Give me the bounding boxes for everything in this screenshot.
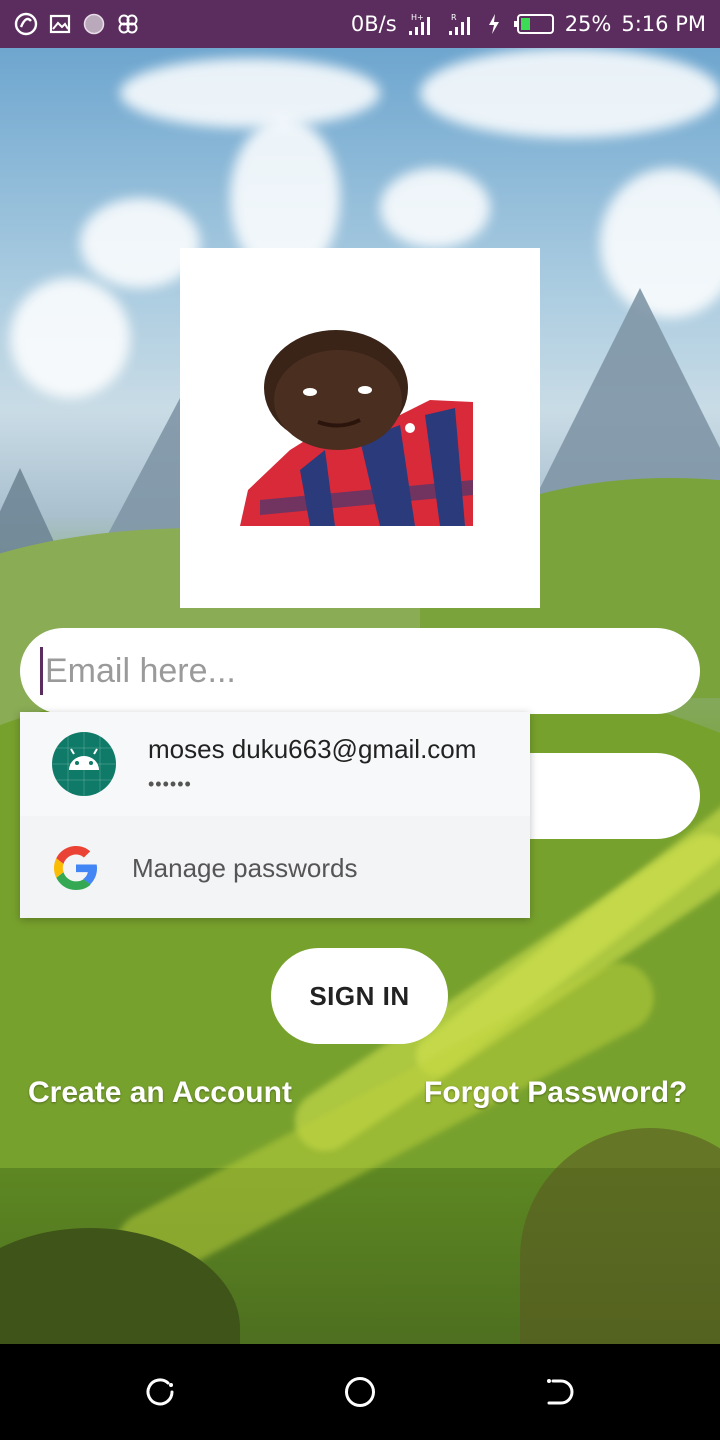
email-field[interactable]: Email here... <box>20 628 700 714</box>
google-icon <box>54 846 97 890</box>
forgot-password-link[interactable]: Forgot Password? <box>424 1076 687 1110</box>
navigation-bar <box>0 1344 720 1440</box>
pinwheel-icon <box>116 12 140 36</box>
android-icon <box>52 732 116 796</box>
home-icon[interactable] <box>342 1374 378 1410</box>
back-icon[interactable] <box>541 1374 577 1410</box>
net-speed: 0B/s <box>350 12 397 36</box>
signal-icon: H+ <box>407 11 437 37</box>
profile-photo-card[interactable] <box>180 248 540 608</box>
manage-passwords-label: Manage passwords <box>132 853 358 883</box>
saved-account-suggestion[interactable]: moses duku663@gmail.com •••••• <box>20 712 530 816</box>
email-placeholder: Email here... <box>45 651 236 690</box>
sign-in-button[interactable]: SIGN IN <box>271 948 448 1044</box>
autofill-suggestions: moses duku663@gmail.com •••••• Manage pa… <box>20 712 530 918</box>
clock: 5:16 PM <box>621 12 706 36</box>
recent-apps-icon[interactable] <box>142 1374 178 1410</box>
app-icon <box>14 12 38 36</box>
suggested-password-mask: •••••• <box>148 774 192 794</box>
battery-icon <box>511 13 555 35</box>
create-account-link[interactable]: Create an Account <box>28 1076 292 1110</box>
svg-text:R: R <box>451 13 457 22</box>
battery-percent: 25% <box>564 12 612 36</box>
manage-passwords-item[interactable]: Manage passwords <box>20 816 530 918</box>
status-bar: 0B/s H+ R 25% 5:16 PM <box>0 0 720 48</box>
circle-icon <box>82 12 106 36</box>
text-cursor <box>40 647 43 695</box>
charging-icon <box>487 13 501 35</box>
signal-icon: R <box>447 11 477 37</box>
image-icon <box>48 12 72 36</box>
svg-text:H+: H+ <box>411 13 424 22</box>
suggested-email: moses duku663@gmail.com <box>148 734 477 764</box>
profile-photo <box>240 330 473 526</box>
